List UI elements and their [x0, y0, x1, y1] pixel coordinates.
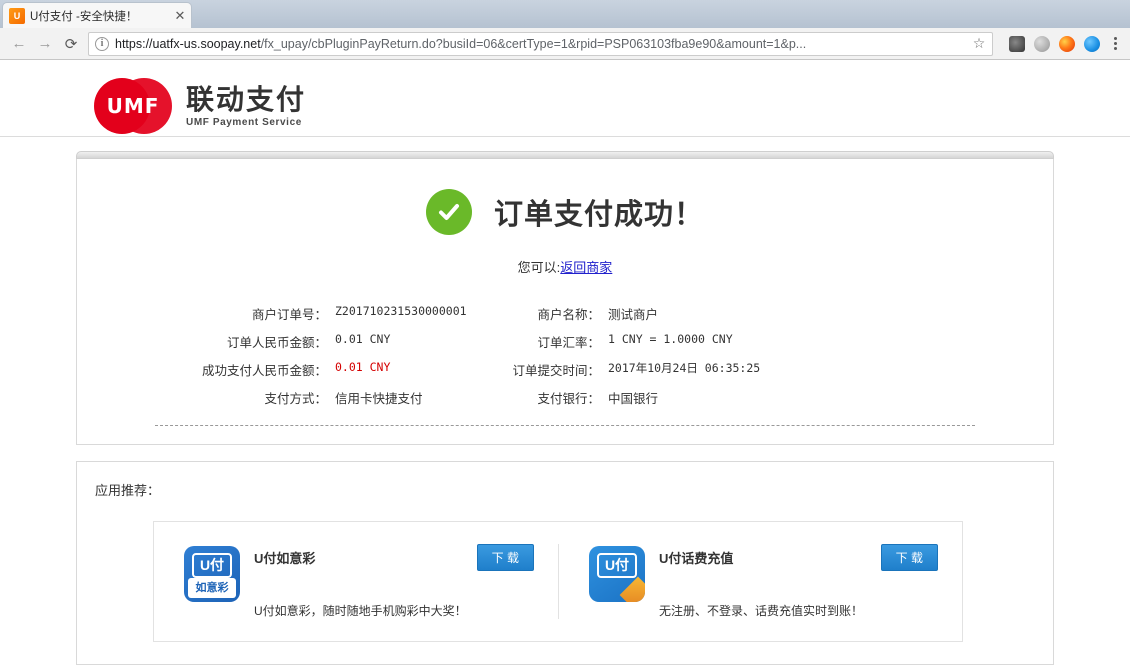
app-list: U付 如意彩 U付如意彩 下 载 U付如意彩，随时随地手机购彩中大奖！ [153, 521, 963, 642]
browser-toolbar: ← → ⟳ i https://uatfx-us.soopay.net/fx_u… [0, 28, 1130, 60]
page-body: 订单支付成功！ 您可以:返回商家 商户订单号： Z201710231530000… [0, 151, 1130, 667]
header-divider [0, 136, 1130, 137]
app-icon-badge: U付 [192, 553, 232, 578]
detail-label: 商户订单号： [185, 304, 335, 323]
url-path: /fx_upay/cbPluginPayReturn.do?busiId=06&… [261, 37, 807, 51]
browser-tab[interactable]: U U付支付 -安全快捷！ ✕ [2, 2, 192, 28]
detail-value: 中国银行 [608, 388, 945, 407]
app-icon-strip: 如意彩 [188, 578, 236, 598]
tab-strip-empty-area [192, 0, 1130, 28]
app-header-row: U付话费充值 下 载 [659, 544, 938, 571]
app-info: U付如意彩 下 载 U付如意彩，随时随地手机购彩中大奖！ [254, 544, 534, 619]
url-text: https://uatfx-us.soopay.net/fx_upay/cbPl… [115, 37, 970, 51]
return-to-merchant-link[interactable]: 返回商家 [560, 260, 612, 275]
puzzle-extension-icon[interactable] [1009, 36, 1025, 52]
success-check-icon [426, 189, 472, 235]
site-info-icon[interactable]: i [95, 37, 109, 51]
detail-value: 0.01 CNY [335, 332, 490, 351]
page-content: UMF 联动支付 UMF Payment Service [0, 60, 1130, 667]
url-host: https://uatfx-us.soopay.net [115, 37, 261, 51]
card-top-bar [76, 151, 1054, 159]
browser-window: U U付支付 -安全快捷！ ✕ ← → ⟳ i https://uatfx-us… [0, 0, 1130, 667]
detail-label: 成功支付人民币金额： [185, 360, 335, 379]
detail-label: 订单人民币金额： [185, 332, 335, 351]
app-description: 无注册、不登录、话费充值实时到账！ [659, 602, 938, 619]
detail-label: 商户名称： [490, 304, 608, 323]
tab-title: U付支付 -安全快捷！ [30, 8, 173, 24]
red-extension-icon[interactable] [1059, 36, 1075, 52]
detail-value-paid-amount: 0.01 CNY [335, 360, 490, 379]
forward-icon[interactable]: → [32, 31, 58, 57]
you-can-row: 您可以:返回商家 [77, 257, 1053, 276]
dotted-divider [155, 425, 975, 426]
app-section-title: 应用推荐： [77, 476, 1053, 499]
logo-english-name: UMF Payment Service [186, 117, 306, 128]
detail-value: Z201710231530000001 [335, 304, 490, 323]
page-title: 订单支付成功！ [494, 191, 704, 233]
success-banner: 订单支付成功！ [77, 189, 1053, 235]
list-item: U付 U付话费充值 下 载 无注册、不登录、话费充值实时到账！ [558, 544, 962, 619]
app-info: U付话费充值 下 载 无注册、不登录、话费充值实时到账！ [659, 544, 938, 619]
site-header: UMF 联动支付 UMF Payment Service [0, 60, 1130, 132]
detail-label: 支付银行： [490, 388, 608, 407]
detail-value: 测试商户 [608, 304, 945, 323]
u-pay-recharge-app-icon: U付 [589, 546, 645, 602]
umf-logo-text: UMF [94, 78, 172, 134]
bookmark-star-icon[interactable]: ☆ [970, 35, 988, 52]
detail-label: 支付方式： [185, 388, 335, 407]
back-icon[interactable]: ← [6, 31, 32, 57]
address-bar[interactable]: i https://uatfx-us.soopay.net/fx_upay/cb… [88, 32, 993, 56]
you-can-label: 您可以: [518, 260, 561, 275]
logo-chinese-name: 联动支付 [186, 85, 306, 116]
payment-result-card: 订单支付成功！ 您可以:返回商家 商户订单号： Z201710231530000… [76, 159, 1054, 445]
umf-logo-mark: UMF [94, 78, 172, 134]
app-name: U付话费充值 [659, 544, 881, 567]
tab-strip: U U付支付 -安全快捷！ ✕ [0, 0, 1130, 28]
detail-value: 信用卡快捷支付 [335, 388, 490, 407]
globe-extension-icon[interactable] [1034, 36, 1050, 52]
app-name: U付如意彩 [254, 544, 477, 567]
order-detail-grid: 商户订单号： Z201710231530000001 商户名称： 测试商户 订单… [185, 304, 945, 407]
app-recommendation-card: 应用推荐： U付 如意彩 U付如意彩 下 载 U付如意彩，随时随地手机购 [76, 461, 1054, 665]
detail-label: 订单汇率： [490, 332, 608, 351]
reload-icon[interactable]: ⟳ [58, 31, 84, 57]
list-item: U付 如意彩 U付如意彩 下 载 U付如意彩，随时随地手机购彩中大奖！ [154, 544, 558, 619]
app-header-row: U付如意彩 下 载 [254, 544, 534, 571]
detail-value: 2017年10月24日 06:35:25 [608, 360, 945, 379]
extension-icons [999, 36, 1108, 52]
logo-wordmark: 联动支付 UMF Payment Service [186, 85, 306, 129]
u-pay-lottery-app-icon: U付 如意彩 [184, 546, 240, 602]
app-icon-corner-decoration [620, 577, 645, 602]
download-button[interactable]: 下 载 [477, 544, 534, 571]
close-icon[interactable]: ✕ [173, 9, 187, 23]
blue-extension-icon[interactable] [1084, 36, 1100, 52]
u-pay-favicon: U [9, 8, 25, 24]
app-description: U付如意彩，随时随地手机购彩中大奖！ [254, 602, 534, 619]
download-button[interactable]: 下 载 [881, 544, 938, 571]
detail-value: 1 CNY = 1.0000 CNY [608, 332, 945, 351]
browser-menu-icon[interactable] [1108, 37, 1124, 50]
app-icon-badge: U付 [597, 553, 637, 578]
detail-label: 订单提交时间： [490, 360, 608, 379]
umf-logo[interactable]: UMF 联动支付 UMF Payment Service [94, 78, 1130, 134]
